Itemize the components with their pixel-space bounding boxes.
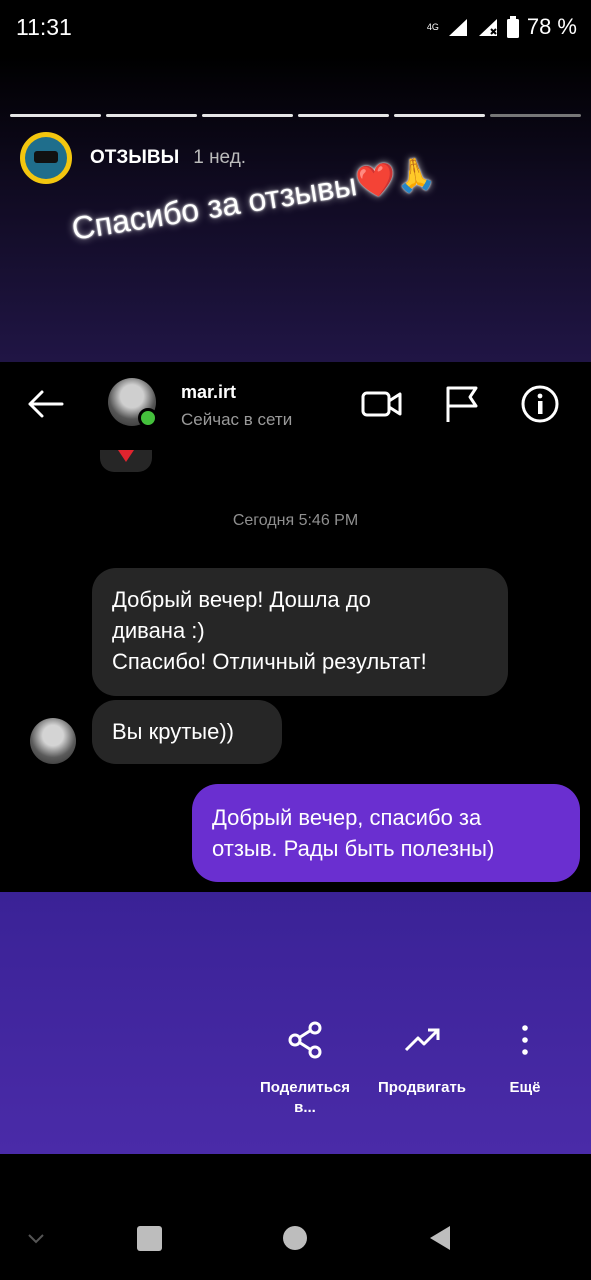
story-header: ОТЗЫВЫ 1 нед. — [20, 132, 246, 184]
back-arrow-icon[interactable] — [26, 384, 66, 424]
share-label-line: Поделиться — [259, 1079, 351, 1096]
story-progress-bar — [10, 114, 581, 118]
chat-timestamp: Сегодня 5:46 PM — [232, 512, 359, 529]
story-posted-time: 1 нед. — [193, 147, 247, 168]
share-button[interactable]: Поделиться в... — [240, 1020, 370, 1118]
message-line: Добрый вечер! Дошла до — [112, 587, 371, 612]
sender-avatar — [30, 718, 76, 764]
info-icon[interactable] — [518, 382, 562, 426]
story-progress-segment — [298, 114, 389, 117]
chat-screenshot: mar.irt Сейчас в сети Сегодня 5:46 PM До… — [0, 362, 591, 892]
message-line: Вы крутые)) — [112, 719, 234, 744]
message-line: дивана :) — [112, 618, 205, 643]
back-triangle-icon[interactable] — [428, 1224, 452, 1252]
story-viewer[interactable]: ОТЗЫВЫ 1 нед. Спасибо за отзывы❤️🙏 — [0, 56, 591, 362]
message-line: Добрый вечер, спасибо за — [212, 805, 482, 830]
chat-user-status: Сейчас в сети — [181, 410, 293, 429]
reaction-badge — [100, 450, 152, 472]
flag-icon[interactable] — [440, 382, 484, 426]
story-progress-segment — [490, 114, 581, 117]
incoming-message: Вы крутые)) — [92, 700, 282, 764]
share-label: Поделиться в... — [240, 1078, 370, 1118]
message-line: отзыв. Рады быть полезны) — [212, 836, 495, 861]
battery-percent: 78 % — [526, 14, 577, 39]
story-progress-segment — [202, 114, 293, 117]
story-actions-area: Поделиться в... Продвигать Ещё — [0, 892, 591, 1154]
video-call-icon[interactable] — [360, 382, 404, 426]
more-button[interactable]: Ещё — [460, 1020, 590, 1098]
trending-up-icon — [404, 1028, 440, 1052]
story-progress-segment — [394, 114, 485, 117]
chat-header: mar.irt Сейчас в сети — [0, 362, 591, 448]
recents-button[interactable] — [137, 1226, 162, 1251]
battery-icon — [506, 16, 519, 38]
avatar-image — [25, 137, 67, 179]
chat-username[interactable]: mar.irt — [181, 382, 236, 403]
signal-no-data-icon — [478, 19, 497, 36]
network-type-label: 4G — [426, 22, 439, 32]
status-bar: 11:31 4G 78 % — [0, 0, 591, 56]
share-label-line: в... — [294, 1099, 316, 1116]
system-nav-bar — [0, 1154, 591, 1280]
heart-icon — [118, 450, 134, 462]
story-account-avatar[interactable] — [20, 132, 72, 184]
story-progress-segment — [106, 114, 197, 117]
story-account-name[interactable]: ОТЗЫВЫ — [90, 147, 179, 169]
outgoing-message: Добрый вечер, спасибо за отзыв. Рады быт… — [192, 784, 580, 882]
incoming-message: Добрый вечер! Дошла до дивана :) Спасибо… — [92, 568, 508, 696]
more-label: Ещё — [509, 1079, 541, 1096]
home-button[interactable] — [283, 1226, 307, 1250]
chevron-down-icon[interactable] — [26, 1232, 46, 1246]
online-indicator — [138, 408, 158, 428]
message-line: Спасибо! Отличный результат! — [112, 649, 427, 674]
share-icon — [288, 1021, 322, 1059]
story-progress-segment — [10, 114, 101, 117]
signal-icon — [448, 19, 467, 36]
status-icons: 4G 78 % — [427, 14, 577, 40]
more-vertical-icon — [522, 1025, 528, 1055]
status-time: 11:31 — [16, 14, 72, 40]
